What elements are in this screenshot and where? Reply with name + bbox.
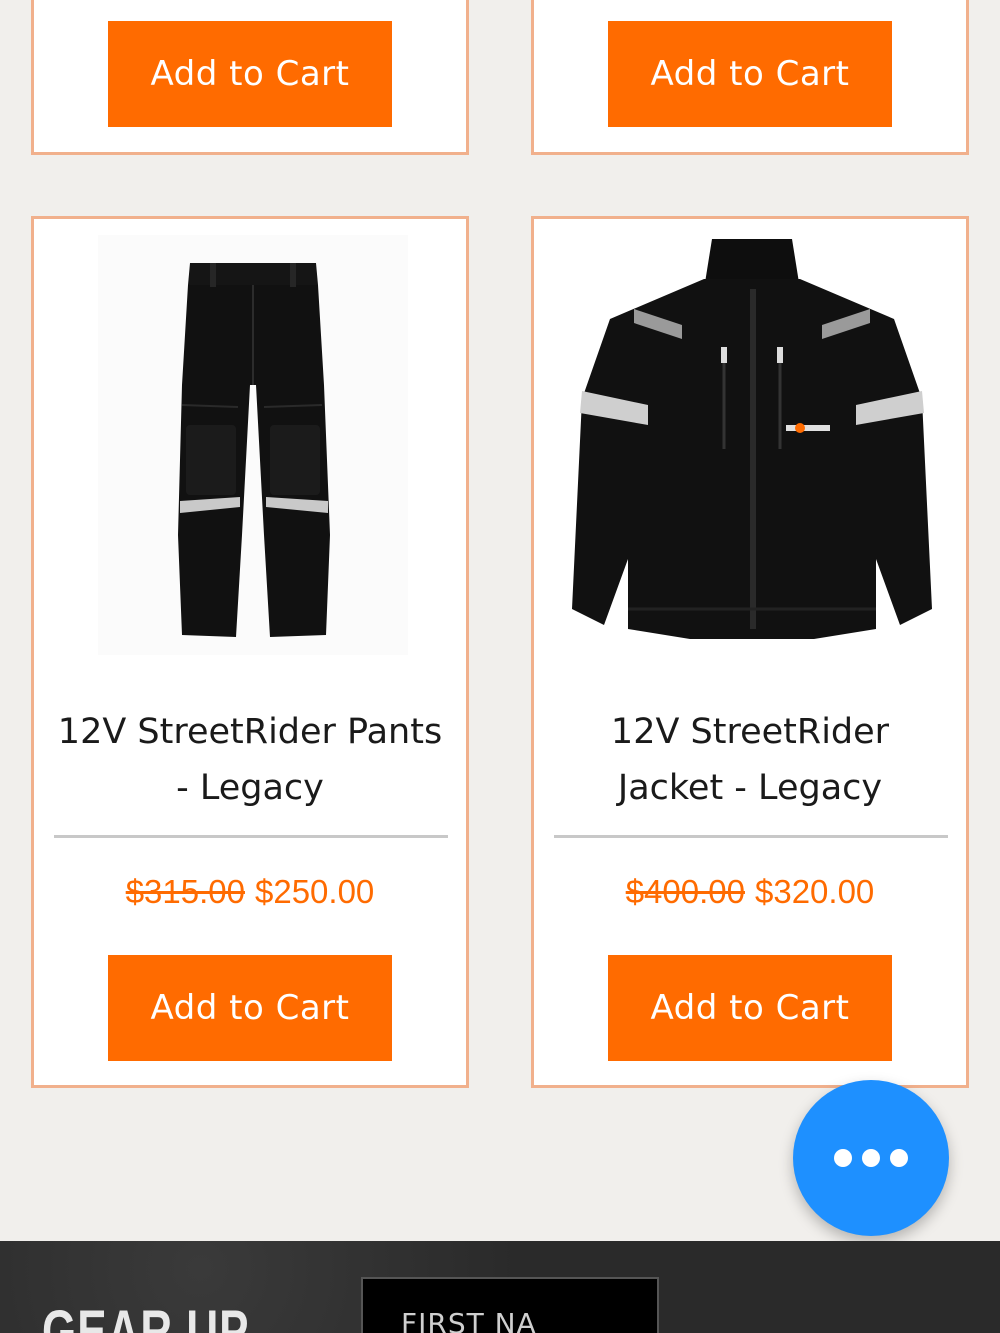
price-block: $315.00 $250.00 [34,873,466,911]
product-title-line: - Legacy [176,768,324,808]
divider [554,835,948,838]
add-to-cart-button[interactable]: Add to Cart [108,955,392,1061]
product-title[interactable]: 12V StreetRider Jacket - Legacy [534,704,966,816]
add-to-cart-button[interactable]: Add to Cart [108,21,392,127]
price-block: $400.00 $320.00 [534,873,966,911]
first-name-input[interactable]: FIRST NA [361,1277,659,1333]
original-price: $315.00 [125,873,245,910]
footer-title: GEAR UP [42,1299,250,1333]
product-grid-page: Add to Cart Add to Cart 12V StreetRider … [0,0,1000,1333]
sale-price: $320.00 [755,873,875,910]
add-to-cart-button[interactable]: Add to Cart [608,21,892,127]
product-card-top-left: Add to Cart [31,0,469,155]
divider [54,835,448,838]
product-title-line: Jacket - Legacy [617,768,883,808]
chat-button[interactable] [793,1080,949,1236]
pants-image[interactable] [98,235,408,655]
pants-icon [178,263,330,637]
product-card-jacket[interactable]: 12V StreetRider Jacket - Legacy $400.00 $… [531,216,969,1088]
jacket-image[interactable] [564,229,940,659]
product-card-pants[interactable]: 12V StreetRider Pants - Legacy $315.00 $2… [31,216,469,1088]
original-price: $400.00 [625,873,745,910]
product-title-line: 12V StreetRider Pants [57,712,443,752]
product-title[interactable]: 12V StreetRider Pants - Legacy [34,704,466,816]
jacket-icon [572,239,932,639]
add-to-cart-button[interactable]: Add to Cart [608,955,892,1061]
sale-price: $250.00 [255,873,375,910]
product-card-top-right: Add to Cart [531,0,969,155]
footer-newsletter: GEAR UP FIRST NA [0,1241,1000,1333]
product-title-line: 12V StreetRider [610,712,890,752]
